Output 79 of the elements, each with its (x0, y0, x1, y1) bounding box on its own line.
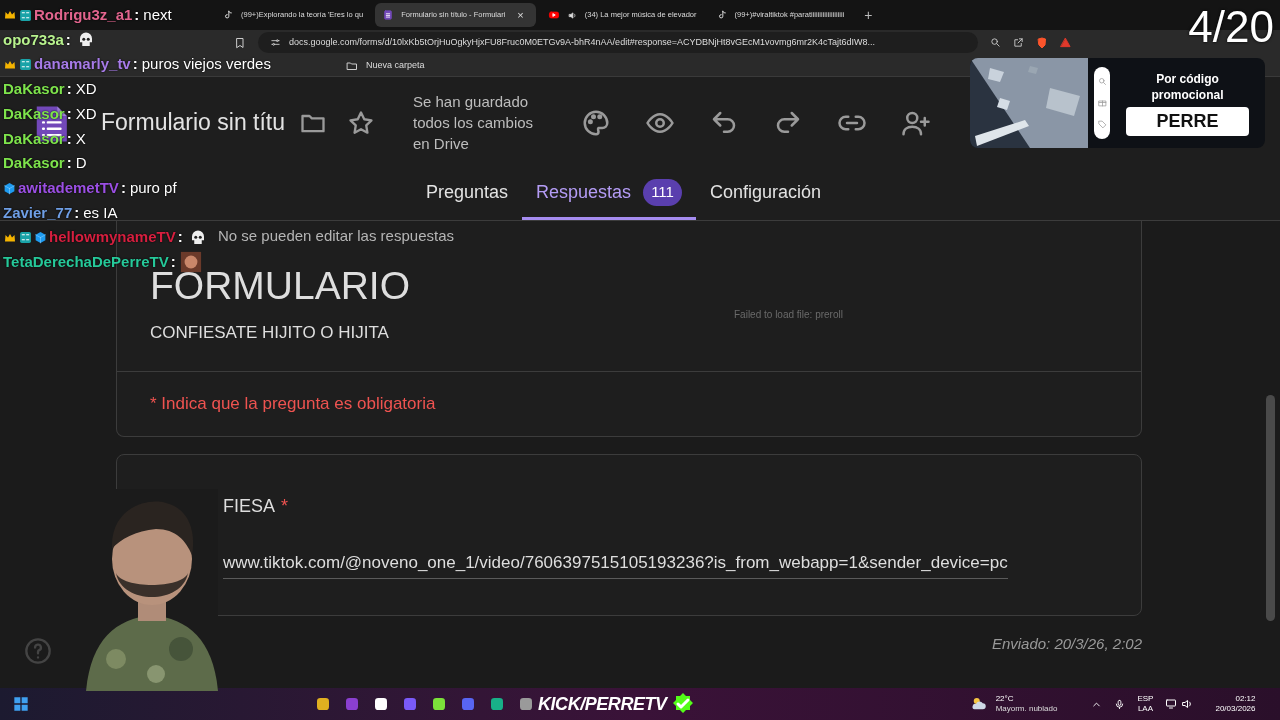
promo-text: Por código promocional (1150, 70, 1225, 103)
cube-icon (34, 231, 47, 245)
chat-username: danamarly_tv (34, 54, 131, 75)
form-icon (383, 10, 394, 20)
speaker-icon[interactable] (1181, 698, 1194, 710)
play-icon (547, 10, 560, 20)
chat-username: Zavier_77 (3, 202, 73, 223)
speaker-icon (567, 10, 577, 20)
settings-icon (270, 37, 281, 48)
chat-username: DaKasor (3, 128, 65, 149)
close-button[interactable]: × (513, 6, 528, 24)
chat-colon: : (132, 54, 138, 75)
chat-colon: : (66, 153, 72, 174)
chat-message: X (75, 128, 86, 149)
zoom-icon[interactable] (990, 37, 1001, 48)
chat-message: puros viejos verdes (141, 54, 271, 75)
chat-username: DaKasor (3, 153, 65, 174)
form-tab[interactable]: Preguntas (412, 168, 523, 220)
scrollbar-thumb[interactable] (1266, 395, 1275, 621)
badge-icon (19, 8, 32, 22)
chat-colon: : (66, 79, 72, 100)
answer-text: www.tiktok.com/@noveno_one_1/video/7606397515105193236?is_from_webapp=1&sender_device=pc (223, 549, 1008, 579)
chat-message: next (143, 5, 172, 26)
triangle-icon[interactable] (1060, 37, 1071, 48)
chat-message: D (75, 153, 87, 174)
chat-colon: : (170, 251, 176, 272)
chat-username: hellowmynameTV (49, 227, 176, 248)
channel-name: KICK/PERRETV (538, 692, 667, 716)
form-description: CONFIESATE HIJITO O HIJITA (150, 321, 390, 344)
chat-username: TetaDerechaDePerreTV (3, 251, 169, 272)
share-icon[interactable] (1013, 37, 1024, 48)
promo-code: PERRE (1126, 106, 1249, 136)
microphone-icon[interactable] (1114, 698, 1126, 710)
crown-icon (3, 9, 17, 22)
bookmark-link[interactable]: Nueva carpeta (366, 58, 425, 73)
chat-username: Rodrigu3z_a1 (34, 5, 133, 26)
chat-colon: : (120, 177, 126, 198)
chat-message: puro pf (129, 177, 177, 198)
required-note: * Indica que la pregunta es obligatoria (149, 393, 437, 415)
count-badge: 111 (643, 179, 682, 206)
form-tab[interactable]: Configuración (695, 168, 835, 220)
badge-icon (19, 58, 32, 72)
emote-icon (179, 251, 202, 274)
address-bar[interactable]: docs.google.com/forms/d/10lxKb5tOrjHuOgkyHjxFU8Fruc0M0ETGv9A-bhR4nAA/edit#response=ACYDBNjHt8vGEcM1vovmg6mr2K4cTajt6dIW8... (258, 32, 978, 53)
weather-text: Mayorm. nublado (995, 704, 1058, 714)
stream-counter: 4/20 (1188, 2, 1274, 52)
timestamp: Enviado: 20/3/26, 2:02 (991, 633, 1142, 654)
note-icon (223, 10, 233, 20)
chat-colon: : (66, 128, 72, 149)
badge-icon (19, 231, 32, 245)
chat-username: awitademetTV (18, 177, 119, 198)
cube-icon (3, 181, 16, 195)
error-text: Failed to load file: preroll (734, 307, 843, 322)
chat-colon: : (66, 103, 72, 124)
notice-text: No se pueden editar las respuestas (218, 226, 454, 246)
required-mark: * (281, 494, 289, 518)
folder-icon (346, 59, 358, 72)
language-indicator[interactable]: ESP LAA (1137, 694, 1154, 714)
star-icon[interactable] (347, 108, 375, 137)
form-title[interactable]: Formulario sin títu (101, 105, 291, 140)
note-icon (716, 10, 727, 20)
temperature-text: 22°C (995, 694, 1015, 704)
bookmark-icon[interactable] (234, 36, 246, 49)
chat-colon: : (177, 227, 183, 248)
windows-icon[interactable] (13, 696, 29, 712)
new-tab-button[interactable]: + (856, 4, 881, 26)
chat-message: XD (75, 103, 97, 124)
clock[interactable]: 02:12 20/03/2026 (1215, 694, 1256, 714)
chat-message: XD (75, 79, 97, 100)
square-app-icon[interactable] (373, 696, 389, 712)
chat-username: DaKasor (3, 79, 65, 100)
chat-colon: : (65, 29, 71, 50)
chat-username: opo733a (3, 29, 64, 50)
chat-colon: : (134, 5, 140, 26)
save-status: Se han guardado todos los cambios en Drive (413, 92, 535, 155)
monitor-icon[interactable] (1165, 698, 1178, 710)
chat-colon: : (74, 202, 80, 223)
chat-message: es IA (83, 202, 118, 223)
question-label: FIESA (223, 494, 275, 518)
